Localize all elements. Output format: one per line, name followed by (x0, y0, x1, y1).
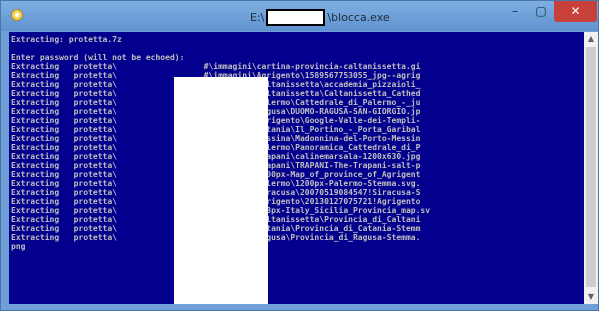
window-border (1, 304, 598, 310)
console-line: Enter password (will not be echoed): (11, 53, 185, 62)
maximize-button[interactable]: ▢ (528, 1, 554, 22)
close-button[interactable]: ✕ (554, 1, 597, 22)
window-title-prefix: E:\ (250, 10, 265, 24)
scroll-up-icon[interactable]: ▲ (584, 32, 598, 46)
console-line: Extracting protetta\ #\immagini\catania\… (11, 125, 421, 134)
console-line: Extracting protetta\ #\immagini\Palermo\… (11, 143, 421, 152)
console-line: Extracting protetta\ #\immagini\Messina\… (11, 134, 421, 143)
console-line: Extracting protetta\ #\immagini\Palermo\… (11, 179, 421, 188)
redacted-block (266, 9, 326, 26)
console-line: Extracting protetta\ #\immagini\trapani\… (11, 152, 421, 161)
vertical-scrollbar[interactable]: ▲ ▼ (584, 32, 598, 304)
scroll-thumb[interactable] (586, 47, 596, 287)
minimize-button[interactable]: – (502, 1, 528, 22)
console-line: Extracting protetta\ #\immagini\Agrigent… (11, 197, 421, 206)
console-line: Extracting protetta\ #\immagini\1200px-M… (11, 170, 421, 179)
console-line: png (11, 242, 26, 251)
console-line: Extracting protetta\ #\immagini\Palermo\… (11, 98, 421, 107)
console-line: Extracting protetta\ #\immagini\ragusa\P… (11, 233, 421, 242)
redacted-block (174, 77, 268, 304)
console-line: Extracting protetta\ #\immagini\catania\… (11, 224, 421, 233)
console-line: Extracting protetta\ #\immagini\siracusa… (11, 188, 421, 197)
console-line: Extracting protetta\ #\immagini\trapani\… (11, 161, 421, 170)
console-lines: Extracting: protetta.7z Enter password (w… (11, 35, 584, 251)
window-title: E:\ \blocca.exe (250, 9, 390, 26)
console-line: Extracting protetta\ #\immagini\903px-It… (11, 206, 431, 215)
console-line: Extracting protetta\ #\immagini\Agrigent… (11, 71, 421, 80)
console-line: Extracting protetta\ #\immagini\Agrigent… (11, 116, 421, 125)
console-line: Extracting: protetta.7z (11, 35, 122, 44)
console-line: Extracting protetta\ #\immagini\ragusa\D… (11, 107, 421, 116)
window-title-suffix: \blocca.exe (327, 10, 390, 24)
console-line: Extracting protetta\ #\immagini\caltanis… (11, 80, 421, 89)
console-output[interactable]: Extracting: protetta.7z Enter password (w… (9, 32, 584, 304)
console-line: Extracting protetta\ #\immagini\cartina-… (11, 62, 421, 71)
title-bar[interactable]: E:\ \blocca.exe – ▢ ✕ (1, 1, 598, 31)
console-line: Extracting protetta\ #\immagini\caltanis… (11, 89, 421, 98)
console-line: Extracting protetta\ #\immagini\caltanis… (11, 215, 421, 224)
console-window: E:\ \blocca.exe – ▢ ✕ Extracting: protett… (0, 0, 599, 311)
app-icon (11, 9, 23, 21)
scroll-down-icon[interactable]: ▼ (584, 290, 598, 304)
